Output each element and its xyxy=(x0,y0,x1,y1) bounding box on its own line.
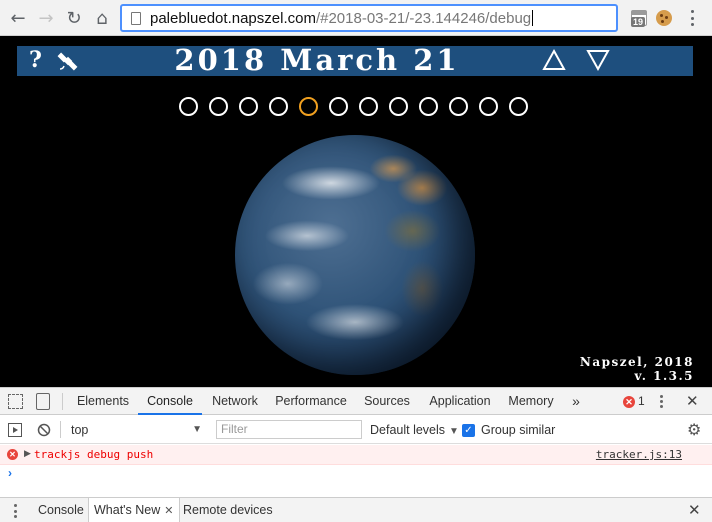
chrome-menu-icon[interactable] xyxy=(684,8,700,28)
timeline-dot[interactable] xyxy=(329,97,348,116)
expand-triangle-icon[interactable]: ▶ xyxy=(24,448,31,459)
credit-author: Napszel, 2018 xyxy=(579,355,694,369)
drawer-menu-icon[interactable] xyxy=(14,503,18,519)
address-bar[interactable]: palebluedot.napszel.com /#2018-03-21/-23… xyxy=(120,4,618,32)
close-devtools-icon[interactable]: ✕ xyxy=(686,392,699,410)
url-path: /#2018-03-21/-23.144246/debug xyxy=(315,9,532,27)
forward-arrow-icon[interactable]: → xyxy=(34,6,58,30)
show-sidebar-icon[interactable] xyxy=(8,423,22,437)
timeline-dot[interactable] xyxy=(419,97,438,116)
tab-performance[interactable]: Performance xyxy=(268,388,354,415)
reload-icon[interactable]: ↻ xyxy=(62,6,86,30)
group-similar-label: Group similar xyxy=(481,423,556,437)
group-similar-toggle[interactable]: ✓ Group similar xyxy=(462,420,555,440)
error-count: 1 xyxy=(638,394,645,408)
log-levels-dropdown[interactable]: Default levels ▼ xyxy=(370,420,459,440)
tab-network[interactable]: Network xyxy=(204,388,266,415)
home-icon[interactable]: ⌂ xyxy=(90,6,114,30)
drawer-tab-whats-new[interactable]: What's New ✕ xyxy=(88,498,180,522)
drawer-tab-console[interactable]: Console xyxy=(33,498,89,522)
credit: Napszel, 2018 v. 1.3.5 xyxy=(580,355,694,383)
divider xyxy=(60,421,61,438)
dropdown-arrow-icon: ▼ xyxy=(192,424,202,435)
title-bar: ? 2018 March 21 xyxy=(17,43,693,77)
page-content: ? 2018 March 21 Napszel, 2018 v. 1.3.5 xyxy=(0,37,712,387)
timeline-dot[interactable] xyxy=(359,97,378,116)
timeline-dot[interactable] xyxy=(209,97,228,116)
timeline-dot[interactable] xyxy=(269,97,288,116)
drawer-tab-label: What's New xyxy=(94,503,161,517)
console-source-link[interactable]: tracker.js:13 xyxy=(596,448,682,461)
devtools-panel: Elements Console Network Performance Sou… xyxy=(0,387,712,522)
close-drawer-icon[interactable]: ✕ xyxy=(688,501,701,519)
error-counter[interactable]: ✕ 1 xyxy=(623,394,645,408)
timeline-dot-active[interactable] xyxy=(299,97,318,116)
timeline-dot[interactable] xyxy=(449,97,468,116)
page-icon xyxy=(131,11,141,25)
previous-day-triangle-icon[interactable] xyxy=(542,48,566,72)
console-filter-input[interactable]: Filter xyxy=(216,420,362,439)
console-error-row[interactable]: ✕ ▶ trackjs debug push tracker.js:13 xyxy=(0,445,712,465)
drawer-tab-remote-devices[interactable]: Remote devices xyxy=(178,498,278,522)
devtools-drawer: Console What's New ✕ Remote devices ✕ xyxy=(0,497,712,522)
date-title: 2018 March 21 xyxy=(174,43,460,77)
cookie-extension-icon[interactable] xyxy=(654,7,674,29)
clear-console-icon[interactable] xyxy=(37,423,51,437)
context-selector[interactable]: top ▼ xyxy=(66,420,206,440)
dropdown-arrow-icon: ▼ xyxy=(449,426,459,437)
tab-application[interactable]: Application xyxy=(420,388,500,415)
divider xyxy=(62,393,63,410)
next-day-triangle-icon[interactable] xyxy=(586,48,610,72)
close-tab-icon[interactable]: ✕ xyxy=(164,505,173,517)
tab-console[interactable]: Console xyxy=(138,388,202,415)
earth-image xyxy=(235,135,475,375)
context-value: top xyxy=(71,423,89,437)
console-error-message: trackjs debug push xyxy=(34,448,154,461)
timeline-dot[interactable] xyxy=(239,97,258,116)
tab-memory[interactable]: Memory xyxy=(502,388,560,415)
error-icon: ✕ xyxy=(623,396,635,408)
image-timeline xyxy=(0,97,712,117)
more-tabs-button[interactable]: » xyxy=(566,388,586,415)
timeline-dot[interactable] xyxy=(479,97,498,116)
console-toolbar: top ▼ Filter Default levels ▼ ✓ Group sim… xyxy=(0,416,712,444)
tab-elements[interactable]: Elements xyxy=(70,388,136,415)
devtools-menu-icon[interactable] xyxy=(660,393,666,410)
url-host: palebluedot.napszel.com xyxy=(150,9,316,27)
calendar-badge: 19 xyxy=(631,17,646,27)
timeline-dot[interactable] xyxy=(389,97,408,116)
error-icon: ✕ xyxy=(7,449,18,460)
calendar-extension-icon[interactable]: 19 xyxy=(629,7,649,29)
levels-label: Default levels xyxy=(370,423,446,437)
inspect-element-icon[interactable] xyxy=(8,394,23,409)
back-arrow-icon[interactable]: ← xyxy=(6,6,30,30)
timeline-dot[interactable] xyxy=(509,97,528,116)
console-prompt[interactable]: › xyxy=(8,466,12,480)
timeline-dot[interactable] xyxy=(179,97,198,116)
text-caret xyxy=(532,10,534,26)
tab-sources[interactable]: Sources xyxy=(356,388,418,415)
credit-version: v. 1.3.5 xyxy=(634,369,694,383)
gear-icon[interactable]: ⚙ xyxy=(687,420,701,439)
device-toolbar-icon[interactable] xyxy=(36,393,50,410)
browser-toolbar: ← → ↻ ⌂ palebluedot.napszel.com /#2018-0… xyxy=(0,0,712,36)
devtools-tab-bar: Elements Console Network Performance Sou… xyxy=(0,388,712,415)
browser-window: ← → ↻ ⌂ palebluedot.napszel.com /#2018-0… xyxy=(0,0,712,522)
checkbox-checked-icon[interactable]: ✓ xyxy=(462,423,475,437)
